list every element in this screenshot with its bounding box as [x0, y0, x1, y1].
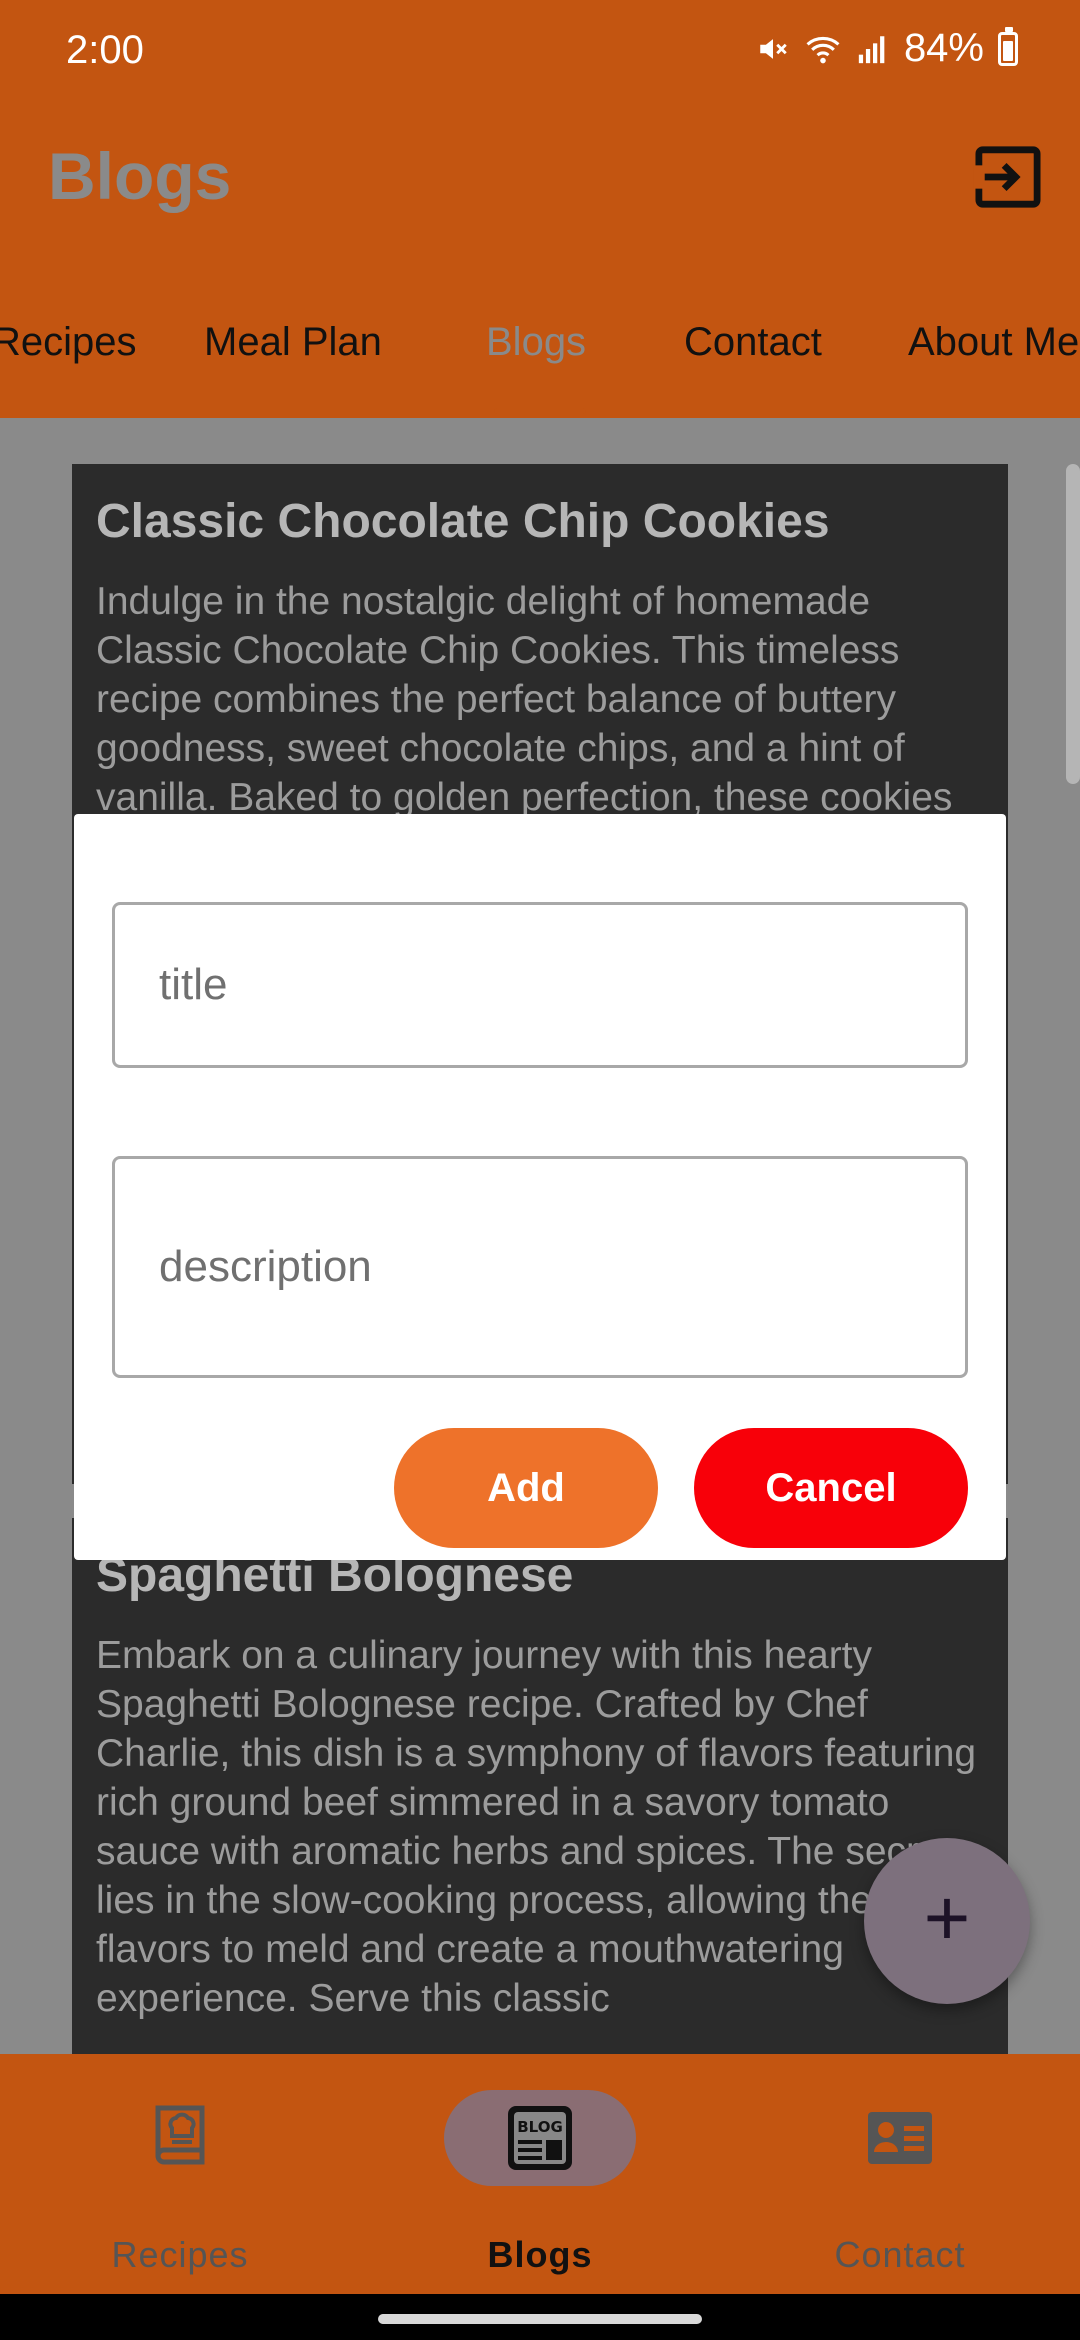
add-blog-button[interactable]: + [864, 1838, 1030, 2004]
blog-icon: BLOG [508, 2106, 572, 2170]
app-header: 2:00 84% Blogs Recipes Meal Plan Blogs C… [0, 0, 1080, 418]
signal-icon [858, 35, 885, 63]
gesture-bar [0, 2294, 1080, 2340]
blog-card[interactable]: Spaghetti Bolognese Embark on a culinary… [72, 1518, 1008, 2054]
title-input[interactable] [115, 905, 965, 1065]
svg-text:BLOG: BLOG [517, 2118, 563, 2136]
add-blog-dialog: Add Cancel [74, 814, 1006, 1560]
mute-icon [760, 38, 787, 59]
description-field[interactable] [112, 1156, 968, 1378]
home-indicator[interactable] [378, 2314, 702, 2324]
scrollbar[interactable] [1066, 464, 1080, 784]
cookbook-icon [155, 2105, 205, 2165]
add-button[interactable]: Add [394, 1428, 658, 1548]
nav-label-recipes: Recipes [111, 2234, 249, 2275]
nav-item-recipes[interactable]: Recipes [0, 2054, 360, 2294]
blog-card-description: Embark on a culinary journey with this h… [96, 1634, 977, 2020]
tab-about-me[interactable]: About Me [908, 320, 1079, 365]
plus-icon: + [923, 1873, 971, 1962]
nav-item-blogs[interactable]: BLOG Blogs [360, 2054, 720, 2294]
active-tab-indicator [494, 408, 586, 414]
blog-card-title: Classic Chocolate Chip Cookies [96, 495, 830, 548]
tab-blogs[interactable]: Blogs [486, 320, 586, 365]
nav-label-contact: Contact [834, 2234, 966, 2275]
battery-percent: 84% [903, 26, 984, 70]
logout-icon[interactable] [972, 144, 1044, 210]
cancel-button[interactable]: Cancel [694, 1428, 968, 1548]
battery-icon [998, 26, 1018, 66]
contact-card-icon [868, 2112, 932, 2164]
tab-recipes[interactable]: Recipes [0, 320, 137, 365]
status-time: 2:00 [66, 28, 144, 72]
page-title: Blogs [48, 139, 232, 213]
title-field[interactable] [112, 902, 968, 1068]
tab-contact[interactable]: Contact [684, 320, 822, 365]
description-input[interactable] [115, 1159, 965, 1375]
status-icons: 84% [756, 26, 1018, 71]
tab-meal-plan[interactable]: Meal Plan [204, 320, 382, 365]
wifi-icon [806, 36, 840, 63]
nav-item-contact[interactable]: Contact [720, 2054, 1080, 2294]
bottom-navigation: Recipes BLOG Blogs Contact [0, 2054, 1080, 2294]
nav-label-blogs: Blogs [487, 2234, 593, 2275]
